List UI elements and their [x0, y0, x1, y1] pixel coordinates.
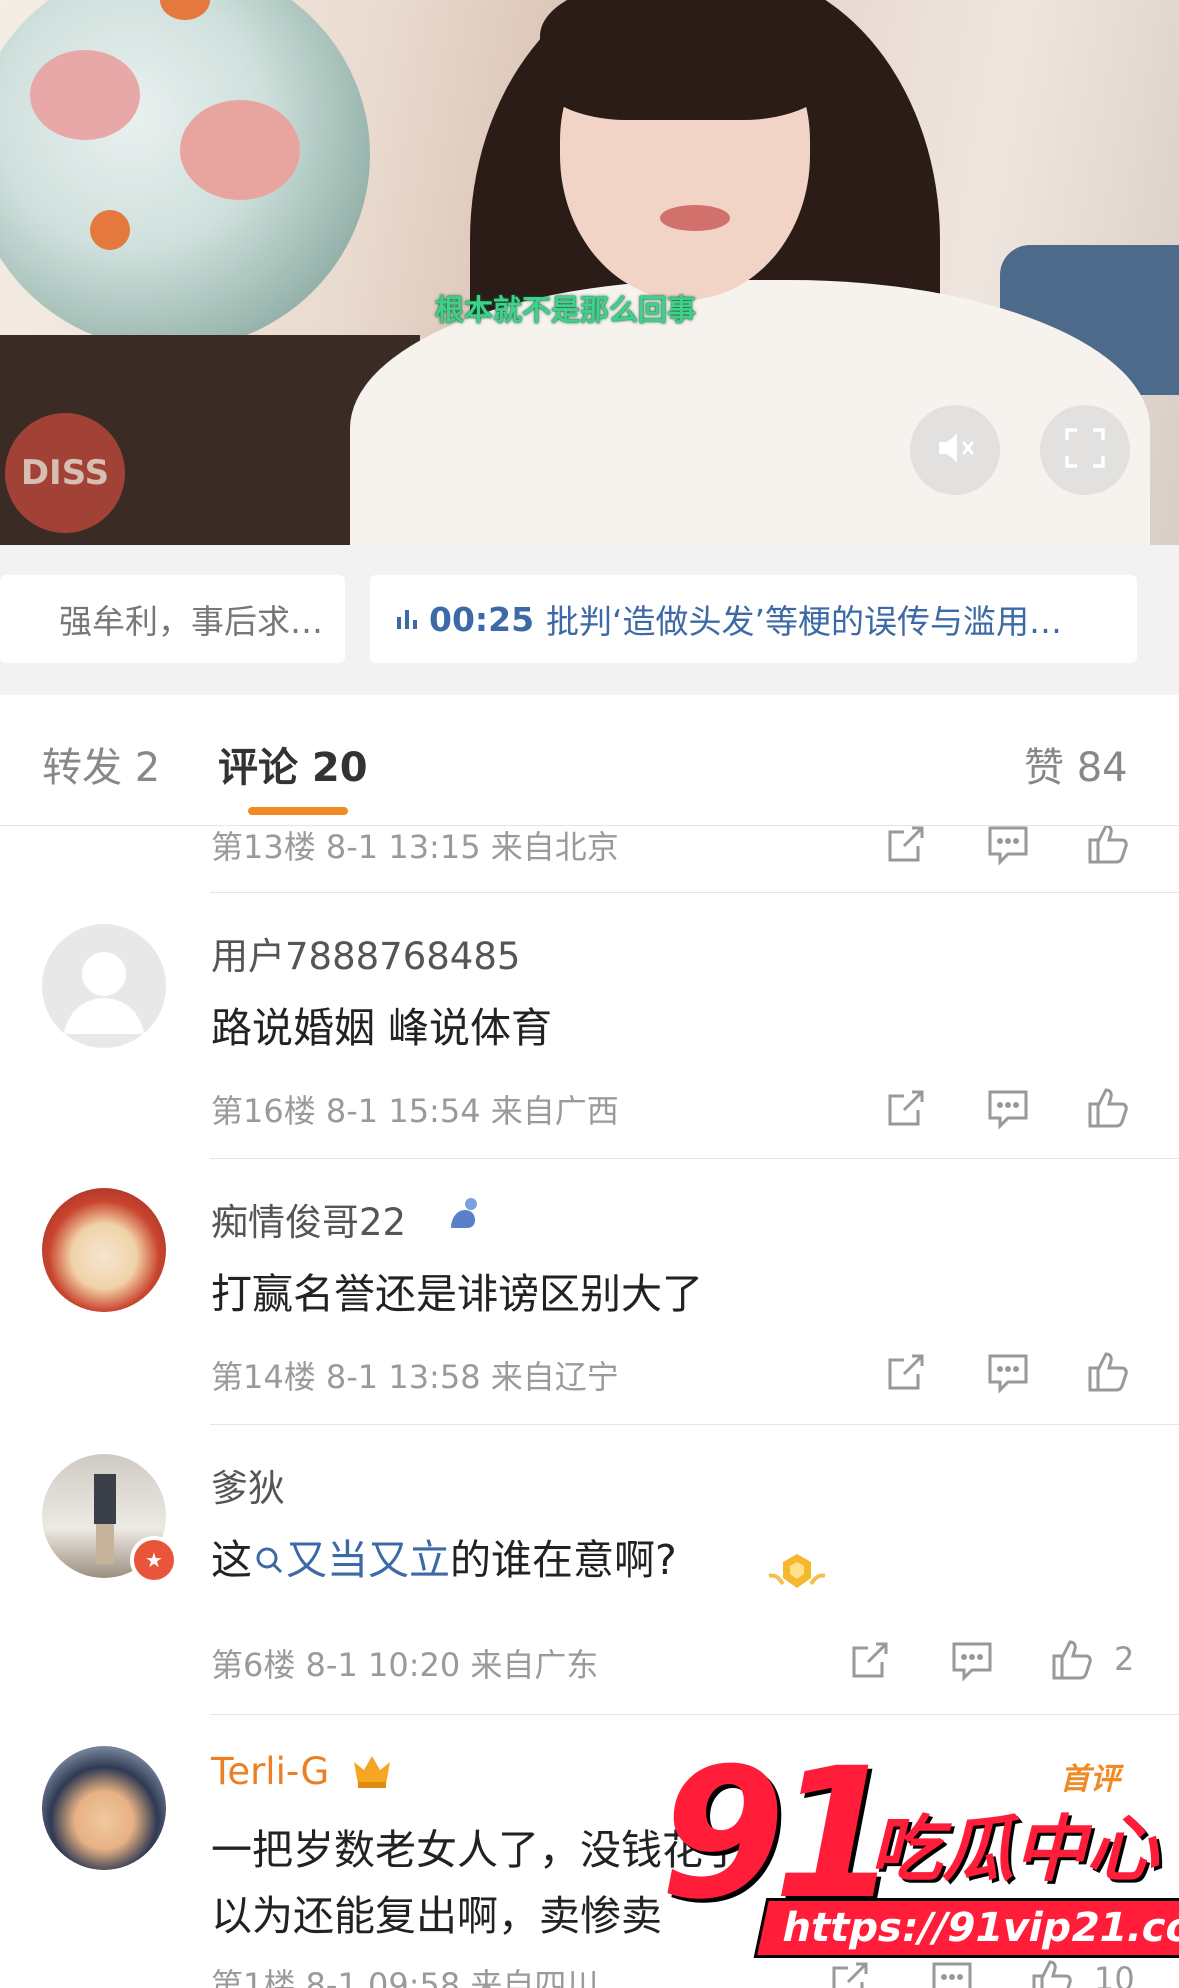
crown-icon — [350, 1748, 394, 1796]
like-icon[interactable] — [1028, 1956, 1076, 1988]
avatar-default[interactable] — [42, 924, 166, 1048]
comment-author[interactable]: 用户7888768485 — [211, 926, 520, 980]
watermark-text: 吃瓜中心 — [870, 1807, 1159, 1891]
share-icon[interactable] — [826, 1956, 874, 1988]
like-icon[interactable] — [1048, 1636, 1096, 1684]
comment-meta: 第1楼 8-1 09:58 来自四川 — [211, 1966, 599, 1988]
chapter-bar: 强牟利，事后求… 00:25 批判‘造做头发’等梗的误传与滥用… — [0, 545, 1179, 695]
video-player[interactable]: 根本就不是那么回事 DISS — [0, 0, 1179, 545]
share-icon[interactable] — [846, 1636, 894, 1684]
audio-bars-icon — [395, 600, 419, 639]
video-subtitle: 根本就不是那么回事 — [435, 293, 697, 327]
comment-text-prefix: 这 — [211, 1536, 252, 1584]
comment-author[interactable]: 痴情俊哥22 — [211, 1192, 406, 1246]
tab-comments[interactable]: 评论 20 — [218, 735, 368, 793]
comment-author[interactable]: 爹狄 — [211, 1458, 285, 1512]
share-icon[interactable] — [882, 1084, 930, 1132]
reply-icon[interactable] — [928, 1956, 976, 1988]
like-count: 2 — [1114, 1640, 1135, 1678]
vase-image — [0, 0, 370, 350]
comment-divider — [210, 1158, 1179, 1159]
medal-icon — [763, 1546, 831, 1606]
avatar-anime[interactable] — [42, 1188, 166, 1312]
fullscreen-button[interactable] — [1040, 405, 1130, 495]
topic-search-label: 又当又立 — [286, 1536, 450, 1584]
like-icon[interactable] — [1084, 1348, 1132, 1396]
chapter-prev-label: 强牟利，事后求… — [59, 602, 323, 641]
comment-meta: 第14楼 8-1 13:58 来自辽宁 — [211, 1358, 619, 1396]
comment-text: 路说婚姻 峰说体育 — [211, 1004, 553, 1052]
comment-meta: 第13楼 8-1 13:15 来自北京 — [211, 828, 619, 866]
share-icon[interactable] — [882, 826, 930, 868]
like-count: 10 — [1094, 1960, 1135, 1988]
reply-icon[interactable] — [984, 826, 1032, 868]
chapter-current[interactable]: 00:25 批判‘造做头发’等梗的误传与滥用… — [370, 575, 1137, 663]
mute-button[interactable] — [910, 405, 1000, 495]
reply-icon[interactable] — [948, 1636, 996, 1684]
fullscreen-icon — [1063, 426, 1107, 474]
tab-bar: 转发 2 评论 20 赞 84 — [0, 695, 1179, 826]
comment-text: 打赢名誉还是诽谤区别大了 — [211, 1270, 703, 1318]
tab-repost[interactable]: 转发 2 — [42, 735, 160, 793]
comment-meta: 第6楼 8-1 10:20 来自广东 — [211, 1646, 599, 1684]
verified-badge-icon: ★ — [130, 1536, 178, 1584]
comment-text-line2: 以为还能复出啊，卖惨卖 — [211, 1892, 662, 1940]
comment-text: 这又当又立的谁在意啊? — [211, 1526, 677, 1586]
comment-meta: 第16楼 8-1 15:54 来自广西 — [211, 1092, 619, 1130]
tab-indicator — [248, 807, 348, 815]
channel-logo: DISS — [5, 413, 125, 533]
comment-divider — [210, 1714, 1179, 1715]
mute-icon — [933, 426, 977, 474]
search-icon — [256, 1547, 283, 1574]
watermark-url: https://91vip21.com — [753, 1898, 1179, 1958]
reply-icon[interactable] — [984, 1084, 1032, 1132]
tab-likes[interactable]: 赞 84 — [1024, 735, 1128, 793]
chapter-time: 00:25 — [429, 599, 535, 639]
comment-text-suffix: 的谁在意啊? — [450, 1536, 677, 1584]
lips-image — [660, 205, 730, 231]
bangs-image — [540, 0, 830, 120]
comment-author[interactable]: Terli-G — [211, 1750, 329, 1793]
topic-search-link[interactable]: 又当又立 — [252, 1536, 450, 1584]
like-icon[interactable] — [1084, 1084, 1132, 1132]
chapter-prev[interactable]: 强牟利，事后求… — [0, 575, 345, 663]
chapter-title: 批判‘造做头发’等梗的误传与滥用… — [546, 602, 1063, 641]
comment-divider — [210, 892, 1179, 893]
comment-divider — [210, 1424, 1179, 1425]
share-icon[interactable] — [882, 1348, 930, 1396]
like-icon[interactable] — [1084, 826, 1132, 868]
reply-icon[interactable] — [984, 1348, 1032, 1396]
avatar-cartoon[interactable] — [42, 1746, 166, 1870]
vip-badge-icon — [443, 1192, 485, 1238]
